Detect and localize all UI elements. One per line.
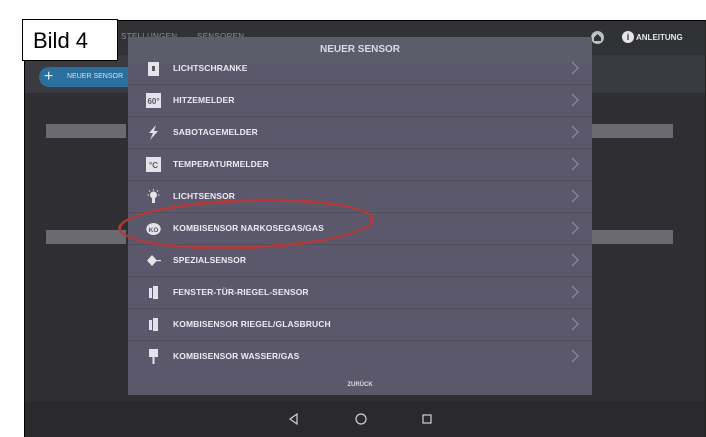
chevron-right-icon	[571, 221, 579, 235]
list-item-label: KOMBISENSOR RIEGEL/GLASBRUCH	[173, 319, 331, 329]
list-item-hitzemelder[interactable]: 60° HITZEMELDER	[128, 85, 592, 117]
special-sensor-icon	[147, 255, 161, 266]
list-item-spezialsensor[interactable]: SPEZIALSENSOR	[128, 245, 592, 277]
window-door-icon	[149, 286, 158, 299]
list-item-label: SABOTAGEMELDER	[173, 127, 258, 137]
list-item-kombisensor-narkosegas-gas[interactable]: KO KOMBISENSOR NARKOSEGAS/GAS	[128, 213, 592, 245]
home-circle-icon[interactable]	[353, 411, 369, 427]
info-icon[interactable]: i	[622, 31, 634, 43]
list-item-sabotagemelder[interactable]: SABOTAGEMELDER	[128, 117, 592, 149]
list-item-label: KOMBISENSOR NARKOSEGAS/GAS	[173, 223, 324, 233]
svg-text:KO: KO	[149, 227, 159, 234]
list-item-fenster-tuer-riegel-sensor[interactable]: FENSTER-TÜR-RIEGEL-SENSOR	[128, 277, 592, 309]
new-sensor-label: NEUER SENSOR	[67, 73, 124, 80]
list-item-label: HITZEMELDER	[173, 95, 235, 105]
list-item-temperaturmelder[interactable]: °C TEMPERATURMELDER	[128, 149, 592, 181]
android-nav-bar	[25, 401, 705, 437]
list-item-label: LICHTSENSOR	[173, 191, 236, 201]
list-item-label: FENSTER-TÜR-RIEGEL-SENSOR	[173, 287, 309, 297]
chevron-right-icon	[571, 125, 579, 139]
back-button[interactable]: ZURÜCK	[128, 375, 592, 395]
temperature-icon: °C	[146, 157, 161, 172]
bolt-glass-icon	[149, 318, 158, 331]
list-item-lichtsensor[interactable]: LICHTSENSOR	[128, 181, 592, 213]
list-item-kombisensor-riegel-glasbruch[interactable]: KOMBISENSOR RIEGEL/GLASBRUCH	[128, 309, 592, 341]
list-item-label: LICHTSCHRANKE	[173, 63, 248, 73]
chevron-right-icon	[571, 189, 579, 203]
chevron-right-icon	[571, 349, 579, 363]
chevron-right-icon	[571, 317, 579, 331]
gas-cloud-icon: KO	[146, 223, 161, 235]
background-list-bar	[46, 124, 126, 138]
plus-icon: +	[44, 68, 54, 85]
back-icon[interactable]	[286, 411, 302, 427]
figure-label: Bild 4	[22, 19, 118, 61]
chevron-right-icon	[571, 285, 579, 299]
background-list-bar	[592, 230, 673, 244]
chevron-right-icon	[571, 253, 579, 267]
recents-icon[interactable]	[419, 411, 435, 427]
water-gas-icon	[149, 349, 158, 364]
chevron-right-icon	[571, 93, 579, 107]
sabotage-icon	[149, 125, 158, 140]
background-list-bar	[592, 124, 673, 138]
svg-text:°C: °C	[149, 161, 158, 170]
list-item-label: KOMBISENSOR WASSER/GAS	[173, 351, 300, 361]
home-icon[interactable]	[591, 31, 604, 44]
list-item-lichtschranke[interactable]: LICHTSCHRANKE	[128, 53, 592, 85]
background-list-bar	[46, 230, 126, 244]
list-item-label: SPEZIALSENSOR	[173, 255, 247, 265]
light-barrier-icon	[148, 62, 159, 76]
new-sensor-dialog: NEUER SENSOR LICHTSCHRANKE 60° HITZEMELD…	[128, 37, 592, 395]
help-link[interactable]: ANLEITUNG	[636, 33, 683, 42]
svg-text:60°: 60°	[147, 97, 159, 106]
tablet-screen: STELLUNGEN SENSOREN i ANLEITUNG + NEUER …	[24, 20, 706, 437]
chevron-right-icon	[571, 61, 579, 75]
light-sensor-icon	[147, 189, 160, 203]
list-item-kombisensor-wasser-gas[interactable]: KOMBISENSOR WASSER/GAS	[128, 341, 592, 372]
chevron-right-icon	[571, 157, 579, 171]
list-item-label: TEMPERATURMELDER	[173, 159, 269, 169]
heat-detector-icon: 60°	[146, 93, 161, 108]
